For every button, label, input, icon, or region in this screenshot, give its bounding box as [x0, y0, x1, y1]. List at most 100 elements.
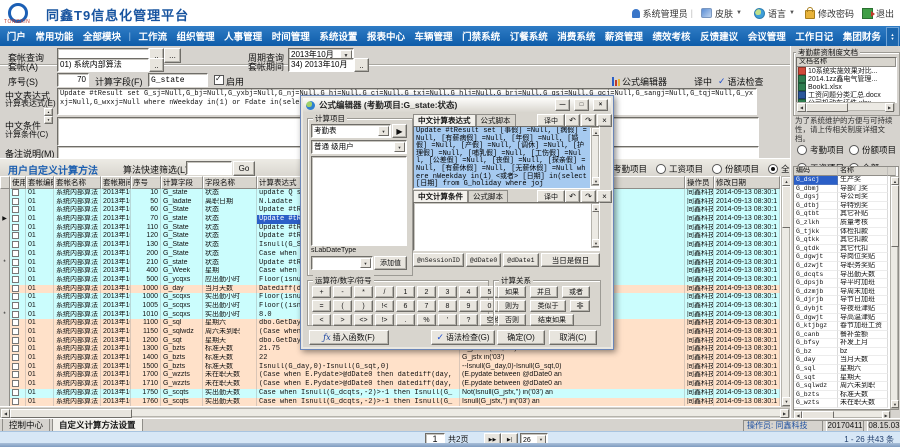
list-item[interactable]: G_dzmjb导周末加班	[794, 288, 898, 297]
menu-item[interactable]: 绩效考核	[651, 29, 693, 43]
menu-item[interactable]: 门禁系统	[460, 29, 502, 43]
list-item[interactable]: G_qtbt其它补贴	[794, 210, 898, 219]
keypad-button[interactable]: (	[333, 300, 352, 312]
use-checkbox[interactable]	[12, 241, 19, 248]
expression-tab[interactable]: 公式脚本	[476, 114, 516, 126]
use-checkbox[interactable]	[12, 224, 19, 231]
relation-button[interactable]: 非	[570, 300, 590, 312]
menu-item[interactable]: 订餐系统	[508, 29, 550, 43]
list-item[interactable]: G_dpsjb导平时加班	[794, 279, 898, 288]
keypad-button[interactable]: 7	[417, 300, 436, 312]
use-checkbox[interactable]	[12, 398, 19, 405]
account-query-browse-button[interactable]: ...	[164, 48, 181, 63]
use-checkbox[interactable]	[12, 389, 19, 396]
list-item[interactable]: G_dybjt导夜班津贴	[794, 305, 898, 314]
column-header[interactable]: 计算字段	[161, 176, 203, 189]
use-checkbox[interactable]	[12, 206, 19, 213]
use-checkbox[interactable]	[12, 371, 19, 378]
column-header[interactable]: 序号	[131, 176, 161, 189]
relation-button[interactable]: 或者	[562, 286, 590, 298]
use-checkbox[interactable]	[12, 311, 19, 318]
keypad-button[interactable]: .	[396, 314, 415, 326]
menu-item[interactable]: 系统设置	[317, 29, 359, 43]
filter-input[interactable]	[186, 161, 232, 175]
use-checkbox[interactable]	[12, 328, 19, 335]
use-checkbox[interactable]	[12, 302, 19, 309]
column-header[interactable]: 使用	[10, 176, 26, 189]
docs-list-header[interactable]: 文档名称	[797, 58, 896, 66]
formula-editor-button[interactable]: 公式编辑器	[612, 75, 667, 87]
keypad-button[interactable]: '	[438, 314, 457, 326]
cn-expression-area[interactable]: Update #tResult set [事假] =Null, [病假] =Nu…	[413, 126, 600, 189]
table-row[interactable]: 01系统内部算法2013年10月1750G_scqts实出勤天数Case whe…	[0, 389, 790, 398]
sidebar-category-radio[interactable]: 份额项目	[849, 144, 897, 156]
relation-button[interactable]: 并且	[530, 286, 558, 298]
list-item[interactable]: G_dtbj导特别奖	[794, 202, 898, 211]
keypad-button[interactable]: !<	[375, 300, 394, 312]
field-listbox[interactable]	[311, 156, 407, 246]
keypad-button[interactable]: <>	[354, 314, 373, 326]
list-item[interactable]: G_sqt星期天	[794, 374, 898, 383]
list-item[interactable]: G_canb餐补金额	[794, 331, 898, 340]
scrollbar-thumb[interactable]	[891, 185, 899, 247]
menu-item[interactable]: 组织管理	[175, 29, 217, 43]
spinner-up-icon[interactable]: ▲	[44, 108, 53, 116]
list-item[interactable]: G_sql星期六	[794, 365, 898, 374]
syntax-check-button[interactable]: ✓ 语法检查	[718, 75, 764, 88]
table-row[interactable]: 01系统内部算法2013年10月1500G_bzts标准天数Isnull(G_d…	[0, 363, 790, 372]
seq-input[interactable]: 70	[57, 73, 89, 87]
keypad-button[interactable]: /	[375, 286, 394, 298]
list-item[interactable]: G_sqlwdz周六未到职	[794, 382, 898, 391]
spinner-down-icon[interactable]: ▼	[44, 116, 53, 124]
list-item[interactable]: G_dbmj导部门奖	[794, 185, 898, 194]
keypad-button[interactable]: %	[417, 314, 436, 326]
menu-item[interactable]: 工作日记	[793, 29, 835, 43]
table-vertical-scrollbar[interactable]: ▲ ▼	[781, 176, 790, 407]
scroll-up-icon[interactable]: ▲	[592, 128, 600, 136]
column-header[interactable]: 套帐名称	[54, 176, 101, 189]
menu-item[interactable]: 消费系统	[555, 29, 597, 43]
menu-item[interactable]: 会议管理	[746, 29, 788, 43]
list-item[interactable]: G_dscj生产奖	[794, 176, 898, 185]
keypad-button[interactable]: 8	[438, 300, 457, 312]
use-checkbox[interactable]	[12, 276, 19, 283]
relation-button[interactable]: 则为	[498, 300, 526, 312]
variable-button[interactable]: @nSessionID	[413, 253, 464, 267]
document-item[interactable]: Book1.xlsx	[797, 83, 896, 91]
cn-condition-area[interactable]: ▲ ▼	[413, 202, 600, 251]
menu-item[interactable]: 反馈建议	[698, 29, 740, 43]
expand-button[interactable]: ▶	[392, 124, 407, 138]
list-item[interactable]: G_bfsy补发上月	[794, 339, 898, 348]
document-item[interactable]: 10系统实施效果对比...	[797, 67, 896, 75]
column-header[interactable]: 字段名称	[203, 176, 257, 189]
use-checkbox[interactable]	[12, 319, 19, 326]
list-item[interactable]: G_qtkk其它扣款	[794, 236, 898, 245]
table-row[interactable]: 01系统内部算法2013年10月1710G_wzzts未在职天数(Case wh…	[0, 380, 790, 389]
relation-button[interactable]: 否则	[498, 314, 526, 326]
scroll-down-icon[interactable]: ▼	[891, 400, 899, 408]
calc-table-select[interactable]: 考勤表 ▼	[311, 124, 391, 138]
scroll-up-icon[interactable]: ▲	[891, 177, 899, 185]
condition-tab[interactable]: 公式脚本	[468, 190, 508, 202]
items-header-code[interactable]: 编码	[794, 167, 838, 176]
keypad-button[interactable]: 4	[459, 286, 478, 298]
relation-button[interactable]: 类似于	[530, 300, 566, 312]
list-item[interactable]: G_bzts标准天数	[794, 391, 898, 400]
scroll-right-icon[interactable]: ▶	[780, 409, 789, 418]
translate-button[interactable]: 译中	[694, 75, 712, 88]
sidebar-category-radio[interactable]: 考勤项目	[797, 144, 849, 156]
variable-button[interactable]: @dDate0	[466, 253, 501, 267]
list-item[interactable]: G_dgwjt导岗位奖贴	[794, 253, 898, 262]
expression-tab[interactable]: 中文计算表达式	[413, 114, 476, 126]
ok-button[interactable]: 确定(O)	[497, 330, 545, 345]
keypad-button[interactable]: 6	[396, 300, 415, 312]
column-header[interactable]: 套帐期间	[101, 176, 131, 189]
add-value-button[interactable]: 添加值	[374, 256, 407, 270]
column-header[interactable]: 操作员	[685, 176, 714, 189]
list-item[interactable]: G_qtdk其它代扣	[794, 245, 898, 254]
keypad-button[interactable]: -	[333, 286, 352, 298]
use-checkbox[interactable]	[12, 198, 19, 205]
list-item[interactable]: G_bzbz	[794, 348, 898, 357]
dialog-title-bar[interactable]: 公式编辑器 (考勤项目:G_state:状态) — □ ×	[303, 98, 611, 112]
condition-tab[interactable]: 中文计算条件	[413, 190, 468, 202]
